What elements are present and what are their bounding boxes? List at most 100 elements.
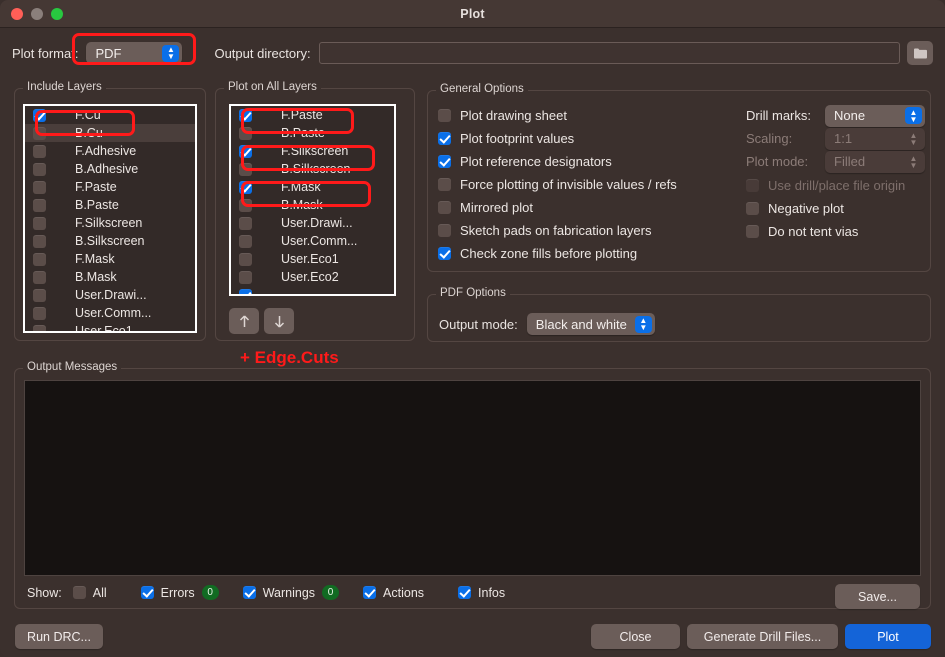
message-filter[interactable]: Actions: [363, 586, 424, 600]
plot-format-dropdown[interactable]: PDF ▲ ▼: [86, 42, 183, 64]
general-option-checkbox[interactable]: [438, 247, 451, 260]
layer-checkbox[interactable]: [33, 234, 46, 248]
show-label: Show:: [27, 585, 62, 600]
message-filter[interactable]: Infos: [458, 586, 505, 600]
general-option-row[interactable]: Plot drawing sheet: [438, 104, 677, 127]
general-option-checkbox[interactable]: [438, 109, 451, 122]
plot-format-dropdown-wrap: PDF ▲ ▼: [86, 42, 183, 64]
layer-row[interactable]: F.Mask: [25, 250, 195, 268]
general-option-label: Plot reference designators: [460, 154, 612, 169]
general-option-row[interactable]: Sketch pads on fabrication layers: [438, 219, 677, 242]
general-option-checkbox[interactable]: [746, 202, 759, 215]
plot-on-all-layers-list[interactable]: F.Paste B.Paste F.Silkscreen B.Silkscreen F.…: [229, 104, 396, 296]
layer-checkbox[interactable]: [33, 162, 46, 176]
message-filter-checkbox[interactable]: [242, 586, 256, 599]
layer-checkbox[interactable]: [33, 288, 46, 302]
close-button[interactable]: Close: [591, 624, 680, 649]
message-filter[interactable]: Warnings 0: [242, 585, 340, 600]
layer-checkbox[interactable]: [239, 234, 252, 248]
layer-row[interactable]: B.Silkscreen: [231, 160, 394, 178]
move-layer-up-button[interactable]: [229, 308, 259, 334]
layer-checkbox[interactable]: [33, 216, 46, 230]
layer-row[interactable]: F.Cu: [25, 106, 195, 124]
layer-checkbox[interactable]: [33, 324, 46, 331]
general-option-checkbox[interactable]: [438, 224, 451, 237]
layer-row[interactable]: B.Mask: [231, 196, 394, 214]
layer-row[interactable]: B.Adhesive: [25, 160, 195, 178]
layer-checkbox[interactable]: [33, 126, 46, 140]
layer-checkbox[interactable]: [239, 126, 252, 140]
message-filter-checkbox[interactable]: [458, 586, 472, 599]
browse-output-directory-button[interactable]: [907, 41, 933, 65]
generate-drill-files-button[interactable]: Generate Drill Files...: [687, 624, 838, 649]
layer-row[interactable]: User.Drawi...: [231, 214, 394, 232]
message-filter-checkbox[interactable]: [140, 586, 154, 599]
layer-checkbox[interactable]: [239, 162, 252, 176]
general-option-row[interactable]: Negative plot: [746, 197, 905, 220]
layer-row[interactable]: User.Eco1: [25, 322, 195, 331]
layer-row[interactable]: User.Eco2: [231, 268, 394, 286]
move-layer-down-button[interactable]: [264, 308, 294, 334]
layer-checkbox[interactable]: [33, 108, 46, 122]
field-dropdown[interactable]: None ▲ ▼: [825, 104, 925, 127]
pdf-options-title: PDF Options: [436, 287, 510, 299]
layer-checkbox[interactable]: [239, 270, 252, 284]
layer-checkbox[interactable]: [239, 180, 252, 194]
plot-button[interactable]: Plot: [845, 624, 931, 649]
message-filter[interactable]: Errors 0: [140, 585, 219, 600]
layer-checkbox[interactable]: [239, 252, 252, 266]
general-option-row[interactable]: Mirrored plot: [438, 196, 677, 219]
message-filter-checkbox[interactable]: [363, 586, 377, 599]
layer-row[interactable]: F.Paste: [25, 178, 195, 196]
output-messages-text[interactable]: [24, 380, 921, 576]
layer-row[interactable]: F.Silkscreen: [231, 142, 394, 160]
field-label: Plot mode:: [746, 154, 809, 169]
layer-row[interactable]: B.Cu: [25, 124, 195, 142]
general-option-row[interactable]: Plot footprint values: [438, 127, 677, 150]
layer-row[interactable]: User.Comm...: [231, 232, 394, 250]
layer-row[interactable]: User.Drawi...: [25, 286, 195, 304]
layer-label: B.Mask: [75, 270, 117, 284]
layer-row[interactable]: F.Adhesive: [25, 142, 195, 160]
general-option-checkbox[interactable]: [438, 132, 451, 145]
message-filter-checkbox[interactable]: [72, 586, 86, 599]
general-option-row[interactable]: Do not tent vias: [746, 220, 905, 243]
layer-checkbox[interactable]: [239, 288, 252, 294]
layer-checkbox[interactable]: [239, 198, 252, 212]
layer-row[interactable]: B.Paste: [231, 124, 394, 142]
general-options-checkbox-list: Plot drawing sheet Plot footprint values P…: [438, 104, 677, 265]
run-drc-button[interactable]: Run DRC...: [15, 624, 103, 649]
general-option-checkbox[interactable]: [746, 225, 759, 238]
layer-row[interactable]: [231, 286, 394, 294]
general-option-checkbox[interactable]: [438, 201, 451, 214]
layer-checkbox[interactable]: [33, 306, 46, 320]
layer-checkbox[interactable]: [33, 252, 46, 266]
pdf-output-mode-dropdown[interactable]: Black and white ▲ ▼: [526, 313, 655, 335]
layer-row[interactable]: User.Eco1: [231, 250, 394, 268]
save-messages-button[interactable]: Save...: [835, 584, 920, 609]
layer-checkbox[interactable]: [239, 108, 252, 122]
general-option-label: Plot footprint values: [460, 131, 575, 146]
general-option-checkbox[interactable]: [438, 178, 451, 191]
layer-checkbox[interactable]: [33, 180, 46, 194]
message-filter-label: Infos: [478, 585, 506, 600]
layer-row[interactable]: User.Comm...: [25, 304, 195, 322]
message-filter[interactable]: All: [72, 586, 107, 600]
include-layers-list[interactable]: F.Cu B.Cu F.Adhesive B.Adhesive F.Paste B.Pas…: [23, 104, 197, 333]
layer-row[interactable]: B.Paste: [25, 196, 195, 214]
layer-checkbox[interactable]: [33, 144, 46, 158]
layer-row[interactable]: F.Mask: [231, 178, 394, 196]
layer-checkbox[interactable]: [239, 144, 252, 158]
general-option-row[interactable]: Plot reference designators: [438, 150, 677, 173]
layer-row[interactable]: B.Mask: [25, 268, 195, 286]
general-option-row[interactable]: Force plotting of invisible values / ref…: [438, 173, 677, 196]
layer-row[interactable]: B.Silkscreen: [25, 232, 195, 250]
layer-checkbox[interactable]: [33, 270, 46, 284]
general-option-checkbox[interactable]: [438, 155, 451, 168]
layer-row[interactable]: F.Paste: [231, 106, 394, 124]
output-directory-input[interactable]: [318, 42, 900, 64]
layer-row[interactable]: F.Silkscreen: [25, 214, 195, 232]
layer-checkbox[interactable]: [33, 198, 46, 212]
general-option-row[interactable]: Check zone fills before plotting: [438, 242, 677, 265]
layer-checkbox[interactable]: [239, 216, 252, 230]
